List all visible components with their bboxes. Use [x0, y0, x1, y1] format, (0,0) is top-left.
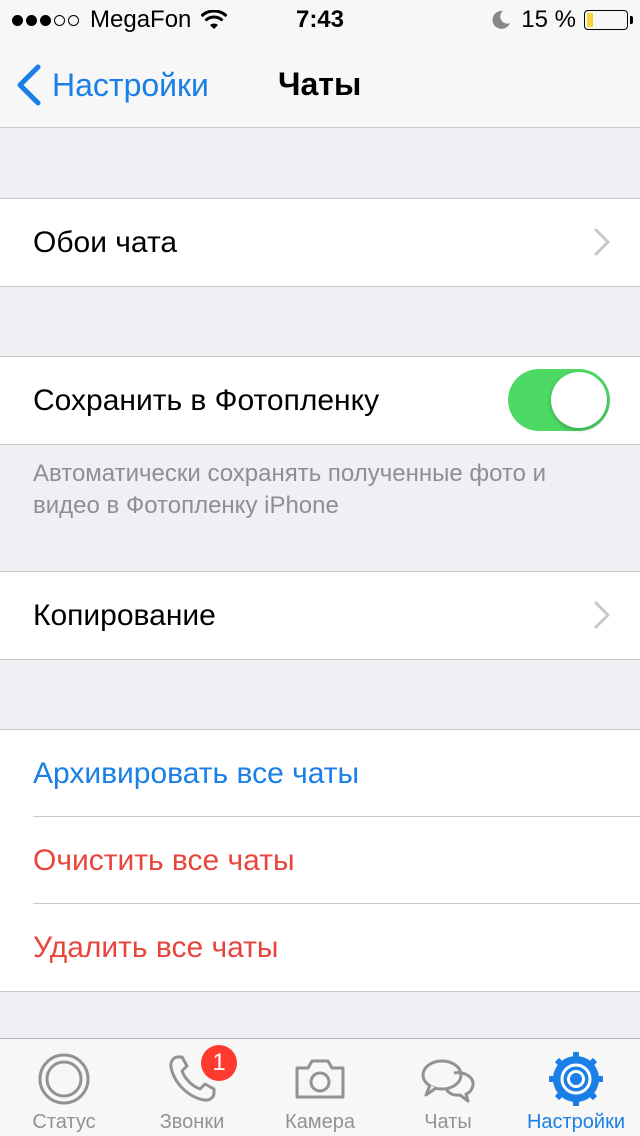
- camera-icon: [295, 1059, 345, 1099]
- archive-all-chats-button[interactable]: Архивировать все чаты: [0, 730, 640, 817]
- tab-chats[interactable]: Чаты: [384, 1039, 512, 1136]
- chat-wallpaper-cell[interactable]: Обои чата: [0, 199, 640, 286]
- back-button[interactable]: Настройки: [14, 64, 209, 106]
- tab-calls-label: Звонки: [159, 1111, 225, 1133]
- battery-percent: 15 %: [521, 6, 576, 33]
- tab-status-label: Статус: [32, 1111, 96, 1133]
- save-to-camera-roll-label: Сохранить в Фотопленку: [33, 383, 380, 417]
- back-button-label: Настройки: [52, 66, 209, 103]
- chevron-left-icon: [17, 64, 41, 106]
- tab-bar: Статус 1 Звонки Камера Чаты Настройки: [0, 1038, 640, 1136]
- status-bar: MegaFon 7:43 15 %: [0, 0, 640, 40]
- archive-all-chats-label: Архивировать все чаты: [33, 756, 360, 790]
- tab-status[interactable]: Статус: [0, 1039, 128, 1136]
- do-not-disturb-moon-icon: [492, 10, 511, 29]
- tab-camera-label: Камера: [285, 1111, 355, 1133]
- battery-icon: [584, 10, 633, 30]
- clear-all-chats-label: Очистить все чаты: [33, 843, 295, 877]
- clear-all-chats-button[interactable]: Очистить все чаты: [0, 817, 640, 904]
- status-right: 15 %: [491, 6, 633, 34]
- tab-settings[interactable]: Настройки: [512, 1039, 640, 1136]
- chat-wallpaper-label: Обои чата: [33, 225, 178, 259]
- tab-chats-label: Чаты: [424, 1111, 472, 1133]
- chat-backup-label: Копирование: [33, 598, 216, 632]
- delete-all-chats-button[interactable]: Удалить все чаты: [0, 904, 640, 991]
- chat-actions-group: Архивировать все чаты Очистить все чаты …: [0, 729, 640, 992]
- wallpaper-group: Обои чата: [0, 198, 640, 287]
- toggle-knob: [551, 372, 607, 428]
- save-media-group: Сохранить в Фотопленку: [0, 356, 640, 445]
- missed-calls-badge: 1: [201, 1045, 237, 1081]
- tab-calls[interactable]: 1 Звонки: [128, 1039, 256, 1136]
- delete-all-chats-label: Удалить все чаты: [33, 930, 279, 964]
- chats-icon: [421, 1059, 475, 1103]
- tab-settings-label: Настройки: [526, 1111, 626, 1133]
- tab-camera[interactable]: Камера: [256, 1039, 384, 1136]
- backup-group: Копирование: [0, 571, 640, 660]
- chevron-right-icon: [594, 601, 610, 629]
- save-to-camera-roll-toggle[interactable]: [508, 369, 610, 431]
- chat-backup-cell[interactable]: Копирование: [0, 572, 640, 659]
- chevron-right-icon: [594, 228, 610, 256]
- save-footnote: Автоматически сохранять полученные фото …: [33, 460, 547, 519]
- battery-level-fill: [587, 13, 593, 27]
- save-to-camera-roll-cell: Сохранить в Фотопленку: [0, 357, 640, 444]
- status-icon: [38, 1053, 90, 1105]
- navigation-bar: Настройки Чаты: [0, 40, 640, 128]
- page-title: Чаты: [278, 66, 362, 102]
- settings-gear-icon: [549, 1052, 603, 1106]
